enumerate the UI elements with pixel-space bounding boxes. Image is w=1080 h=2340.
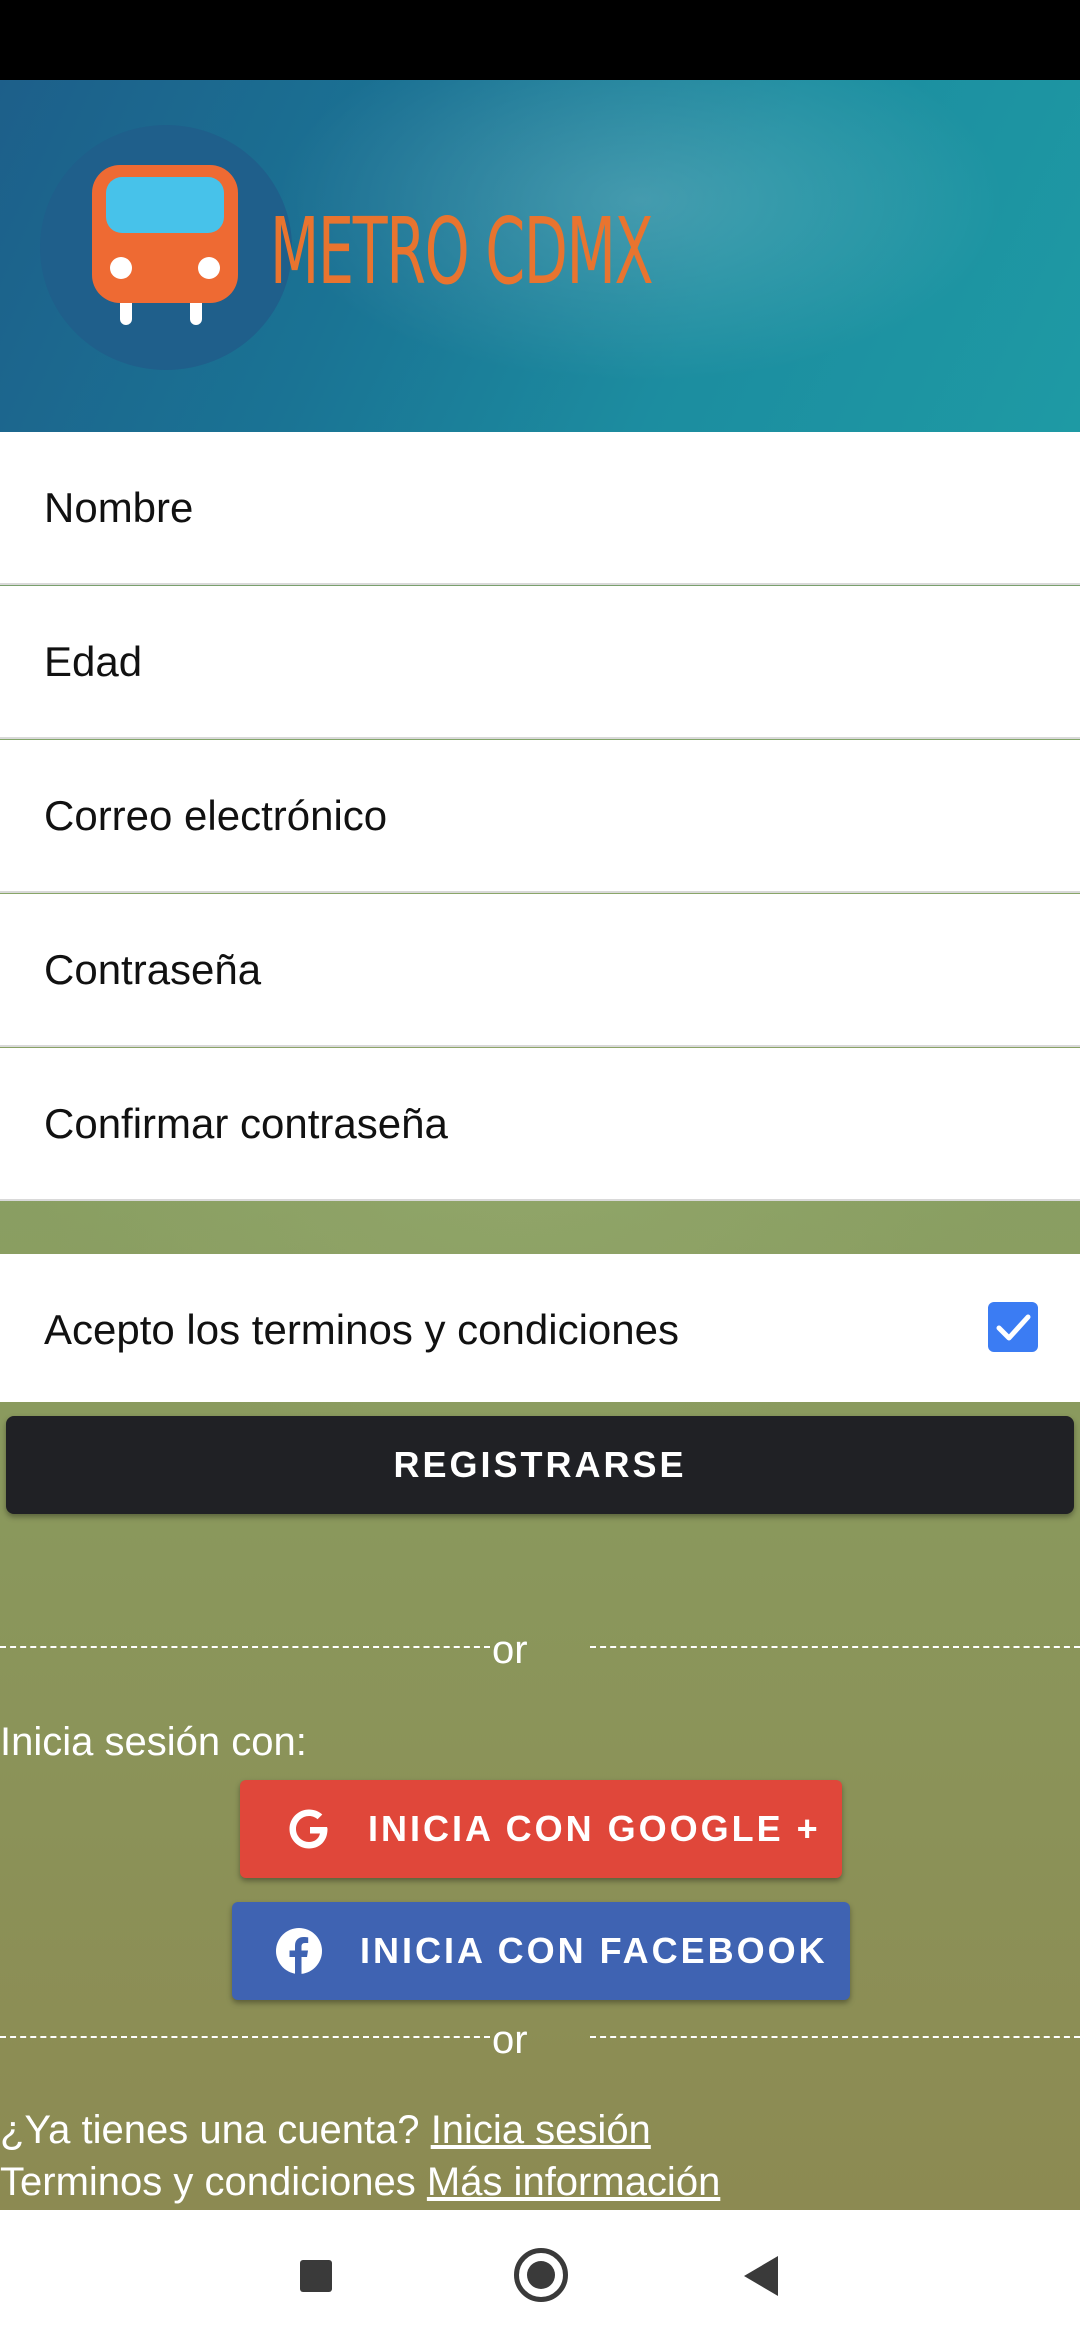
confirm-password-input[interactable] xyxy=(44,1048,1034,1199)
login-with-label: Inicia sesión con: xyxy=(0,1720,307,1764)
age-input[interactable] xyxy=(44,586,1034,737)
facebook-login-label: INICIA CON FACEBOOK xyxy=(360,1930,828,1971)
have-account-text: ¿Ya tienes una cuenta? xyxy=(0,2108,420,2152)
password-field[interactable] xyxy=(0,894,1080,1047)
checkmark-icon xyxy=(996,1314,1031,1341)
facebook-icon xyxy=(276,1928,322,1974)
name-input[interactable] xyxy=(44,432,1034,583)
or-divider-top: or xyxy=(0,1628,1080,1672)
bus-icon xyxy=(92,165,238,303)
brand-name: METRO CDMX xyxy=(270,198,654,305)
bus-headlight-left xyxy=(110,257,132,279)
or-label: or xyxy=(492,1628,528,1672)
age-field[interactable] xyxy=(0,586,1080,739)
terms-checkbox[interactable] xyxy=(988,1302,1038,1352)
or-divider-bottom: or xyxy=(0,2018,1080,2062)
navigation-bar xyxy=(0,2210,1080,2340)
sign-in-link[interactable]: Inicia sesión xyxy=(431,2108,651,2152)
app-logo xyxy=(40,125,292,370)
register-button[interactable]: REGISTRARSE xyxy=(6,1416,1074,1514)
have-account-line: ¿Ya tienes una cuenta? Inicia sesión xyxy=(0,2108,651,2153)
facebook-login-button[interactable]: INICIA CON FACEBOOK xyxy=(232,1902,850,2000)
terms-info-line: Terminos y condiciones Más información xyxy=(0,2160,720,2205)
name-field[interactable] xyxy=(0,432,1080,585)
bus-headlight-right xyxy=(198,257,220,279)
email-input[interactable] xyxy=(44,740,1034,891)
password-input[interactable] xyxy=(44,894,1034,1045)
bus-window xyxy=(106,177,224,233)
bus-wheel-left xyxy=(120,303,132,325)
divider-line-right xyxy=(590,2036,1080,2038)
status-bar xyxy=(0,0,1080,80)
app-header: METRO CDMX xyxy=(0,80,1080,432)
email-field[interactable] xyxy=(0,740,1080,893)
more-info-link[interactable]: Más información xyxy=(427,2160,720,2204)
google-icon xyxy=(289,1809,328,1849)
circle-icon[interactable] xyxy=(514,2248,568,2302)
google-login-button[interactable]: INICIA CON GOOGLE + xyxy=(240,1780,842,1878)
divider-line-left xyxy=(0,1646,490,1648)
terms-row: Acepto los terminos y condiciones xyxy=(0,1254,1080,1402)
divider-line-left xyxy=(0,2036,490,2038)
google-login-label: INICIA CON GOOGLE + xyxy=(368,1808,821,1849)
terms-text: Terminos y condiciones xyxy=(0,2160,416,2204)
triangle-back-icon[interactable] xyxy=(744,2256,778,2296)
or-label: or xyxy=(492,2018,528,2062)
circle-icon-dot xyxy=(527,2261,555,2289)
terms-label: Acepto los terminos y condiciones xyxy=(44,1306,679,1353)
confirm-password-field[interactable] xyxy=(0,1048,1080,1201)
bus-wheel-right xyxy=(190,303,202,325)
square-icon[interactable] xyxy=(300,2260,332,2292)
divider-line-right xyxy=(590,1646,1080,1648)
